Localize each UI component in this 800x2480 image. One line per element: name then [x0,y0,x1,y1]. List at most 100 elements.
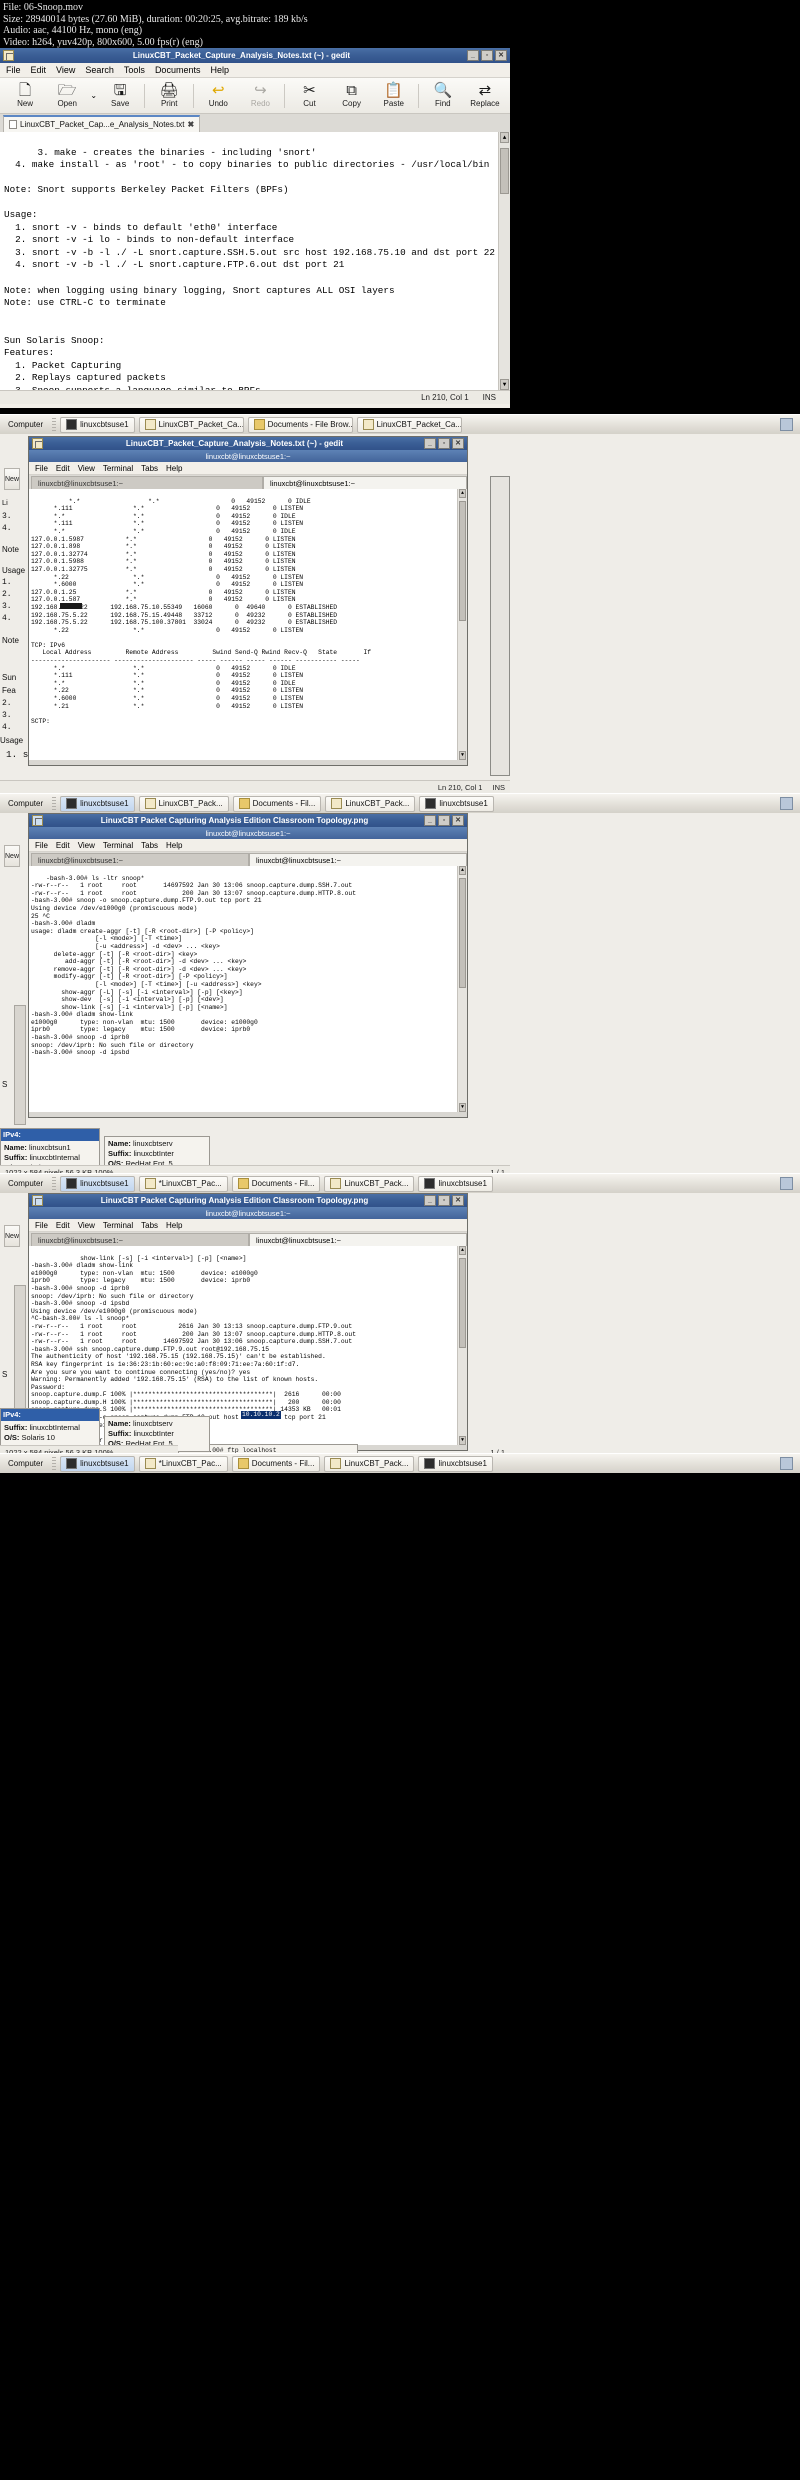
task-gedit-a[interactable]: LinuxCBT_Packet_Ca... [138,416,244,433]
replace-button[interactable]: ⇄ Replace [464,79,506,113]
taskbar-grip[interactable] [52,1456,57,1471]
side-vertical-strip-2[interactable] [14,1285,26,1415]
terminal-1-window-buttons[interactable]: _ ▫ ✕ [424,438,464,449]
menu-file[interactable]: File [6,65,21,75]
menu-terminal[interactable]: Terminal [103,1221,133,1230]
task-gedit-b[interactable]: LinuxCBT_Packet_Ca... [356,416,462,433]
terminal-3-outer-titlebar[interactable]: LinuxCBT Packet Capturing Analysis Editi… [29,1194,467,1207]
undo-button[interactable]: ↩ Undo [197,79,239,113]
terminal-3-window-buttons[interactable]: _ ▫ ✕ [424,1195,464,1206]
terminal-tab-right[interactable]: linuxcbt@linuxcbtsuse1:~ [263,476,467,489]
terminal-1-output[interactable]: *.* *.* 0 49152 0 IDLE *.111 *.* 0 49152… [29,489,467,760]
terminal-1-menubar[interactable]: File Edit View Terminal Tabs Help [29,462,467,475]
scroll-up-icon[interactable]: ▲ [500,132,509,143]
terminal-2-output[interactable]: -bash-3.00# ls -ltr snoop* -rw-r--r-- 1 … [29,866,467,1112]
scroll-down-icon[interactable]: ▼ [459,1436,466,1445]
side-vertical-strip[interactable] [14,1005,26,1125]
cut-button[interactable]: ✂ Cut [288,79,330,113]
bg-scrollbar-right-1[interactable] [490,476,510,776]
computer-menu[interactable]: Computer [3,1456,48,1472]
close-icon[interactable]: ✖ [188,120,195,129]
menu-edit[interactable]: Edit [56,464,70,473]
computer-menu[interactable]: Computer [3,417,48,433]
menu-edit[interactable]: Edit [31,65,47,75]
tab-notes[interactable]: LinuxCBT_Packet_Cap...e_Analysis_Notes.t… [3,115,201,132]
menu-search[interactable]: Search [85,65,114,75]
menu-help[interactable]: Help [210,65,229,75]
terminal-2-tabs[interactable]: linuxcbt@linuxcbtsuse1:~ linuxcbt@linuxc… [29,852,467,866]
scroll-up-icon[interactable]: ▲ [459,866,466,875]
minimize-button[interactable]: _ [467,50,479,61]
scroll-up-icon[interactable]: ▲ [459,1246,466,1255]
taskbar-tray[interactable] [780,1457,797,1470]
minimize-button[interactable]: _ [424,438,436,449]
open-button[interactable]: 🗁 Open [46,79,88,113]
terminal-1-titlebar[interactable]: linuxcbt@linuxcbtsuse1:~ [29,450,467,462]
task-gedit-b[interactable]: LinuxCBT_Pack... [324,1175,415,1192]
gedit-toolbar[interactable]: 🗋 New 🗁 Open ⌄ 🖫 Save 🖨 Print ↩ Undo ↪ R… [0,78,510,114]
menu-view[interactable]: View [56,65,75,75]
menu-help[interactable]: Help [166,841,182,850]
minimize-button[interactable]: _ [424,815,436,826]
chevron-down-icon[interactable]: ⌄ [88,91,99,100]
terminal-tab-left[interactable]: linuxcbt@linuxcbtsuse1:~ [31,476,263,489]
paste-button[interactable]: 📋 Paste [373,79,415,113]
minimize-button[interactable]: _ [424,1195,436,1206]
scroll-down-icon[interactable]: ▼ [459,1103,466,1112]
scroll-down-icon[interactable]: ▼ [500,379,509,390]
task-documents-a[interactable]: Documents - Fil... [231,1175,321,1192]
terminal-3-menubar[interactable]: File Edit View Terminal Tabs Help [29,1219,467,1232]
menu-edit[interactable]: Edit [56,841,70,850]
close-button[interactable]: ✕ [452,438,464,449]
terminal-2-scrollbar[interactable]: ▲ ▼ [457,866,467,1112]
terminal-1-scrollbar[interactable]: ▲ ▼ [457,489,467,760]
menu-documents[interactable]: Documents [155,65,201,75]
maximize-button[interactable]: ▫ [438,438,450,449]
menu-tabs[interactable]: Tabs [141,1221,158,1230]
redo-button[interactable]: ↪ Redo [239,79,281,113]
terminal-2-outer-titlebar[interactable]: LinuxCBT Packet Capturing Analysis Editi… [29,814,467,827]
side-new-button-3[interactable]: New [4,1225,20,1247]
gedit-tabstrip[interactable]: LinuxCBT_Packet_Cap...e_Analysis_Notes.t… [0,114,510,132]
task-documents-a[interactable]: Documents - Fil... [231,1455,321,1472]
menu-terminal[interactable]: Terminal [103,464,133,473]
close-button[interactable]: ✕ [452,815,464,826]
gedit-vertical-scrollbar[interactable]: ▲ ▼ [498,132,510,390]
taskbar-4[interactable]: Computer linuxcbtsuse1 *LinuxCBT_Pac... … [0,1453,800,1473]
scroll-thumb[interactable] [459,501,466,621]
terminal-tab-left[interactable]: linuxcbt@linuxcbtsuse1:~ [31,1233,249,1246]
print-button[interactable]: 🖨 Print [148,79,190,113]
computer-menu[interactable]: Computer [3,1176,48,1192]
terminal-3-scrollbar[interactable]: ▲ ▼ [457,1246,467,1445]
taskbar-tray[interactable] [780,797,797,810]
terminal-1-outer-titlebar[interactable]: LinuxCBT_Packet_Capture_Analysis_Notes.t… [29,437,467,450]
menu-tabs[interactable]: Tabs [141,841,158,850]
terminal-2-window-buttons[interactable]: _ ▫ ✕ [424,815,464,826]
terminal-2-menubar[interactable]: File Edit View Terminal Tabs Help [29,839,467,852]
menu-terminal[interactable]: Terminal [103,841,133,850]
menu-file[interactable]: File [35,464,48,473]
taskbar-tray[interactable] [780,1177,797,1190]
new-button[interactable]: 🗋 New [4,79,46,113]
task-linuxcbtsuse1-a[interactable]: linuxcbtsuse1 [60,1455,135,1472]
task-documents-a[interactable]: Documents - Fil... [232,795,322,812]
task-linuxcbtsuse1-a[interactable]: linuxcbtsuse1 [60,1175,135,1192]
close-button[interactable]: ✕ [495,50,507,61]
taskbar-grip[interactable] [52,1176,57,1191]
menu-file[interactable]: File [35,841,48,850]
tray-icon[interactable] [780,1457,793,1470]
terminal-tab-right[interactable]: linuxcbt@linuxcbtsuse1:~ [249,1233,467,1246]
task-gedit-a[interactable]: LinuxCBT_Pack... [138,795,229,812]
task-gedit-b[interactable]: LinuxCBT_Pack... [325,795,416,812]
side-new-button[interactable]: New [4,468,20,490]
terminal-2-titlebar[interactable]: linuxcbt@linuxcbtsuse1:~ [29,827,467,839]
taskbar-1[interactable]: Computer linuxcbtsuse1 LinuxCBT_Packet_C… [0,414,800,434]
terminal-3-tabs[interactable]: linuxcbt@linuxcbtsuse1:~ linuxcbt@linuxc… [29,1232,467,1246]
gedit-text-area[interactable]: 3. make - creates the binaries - includi… [0,132,510,390]
terminal-tab-right[interactable]: linuxcbt@linuxcbtsuse1:~ [249,853,467,866]
scroll-thumb[interactable] [459,878,466,988]
taskbar-3[interactable]: Computer linuxcbtsuse1 *LinuxCBT_Pac... … [0,1173,800,1193]
tray-icon[interactable] [780,1177,793,1190]
menu-help[interactable]: Help [166,1221,182,1230]
gedit-menubar[interactable]: File Edit View Search Tools Documents He… [0,63,510,78]
